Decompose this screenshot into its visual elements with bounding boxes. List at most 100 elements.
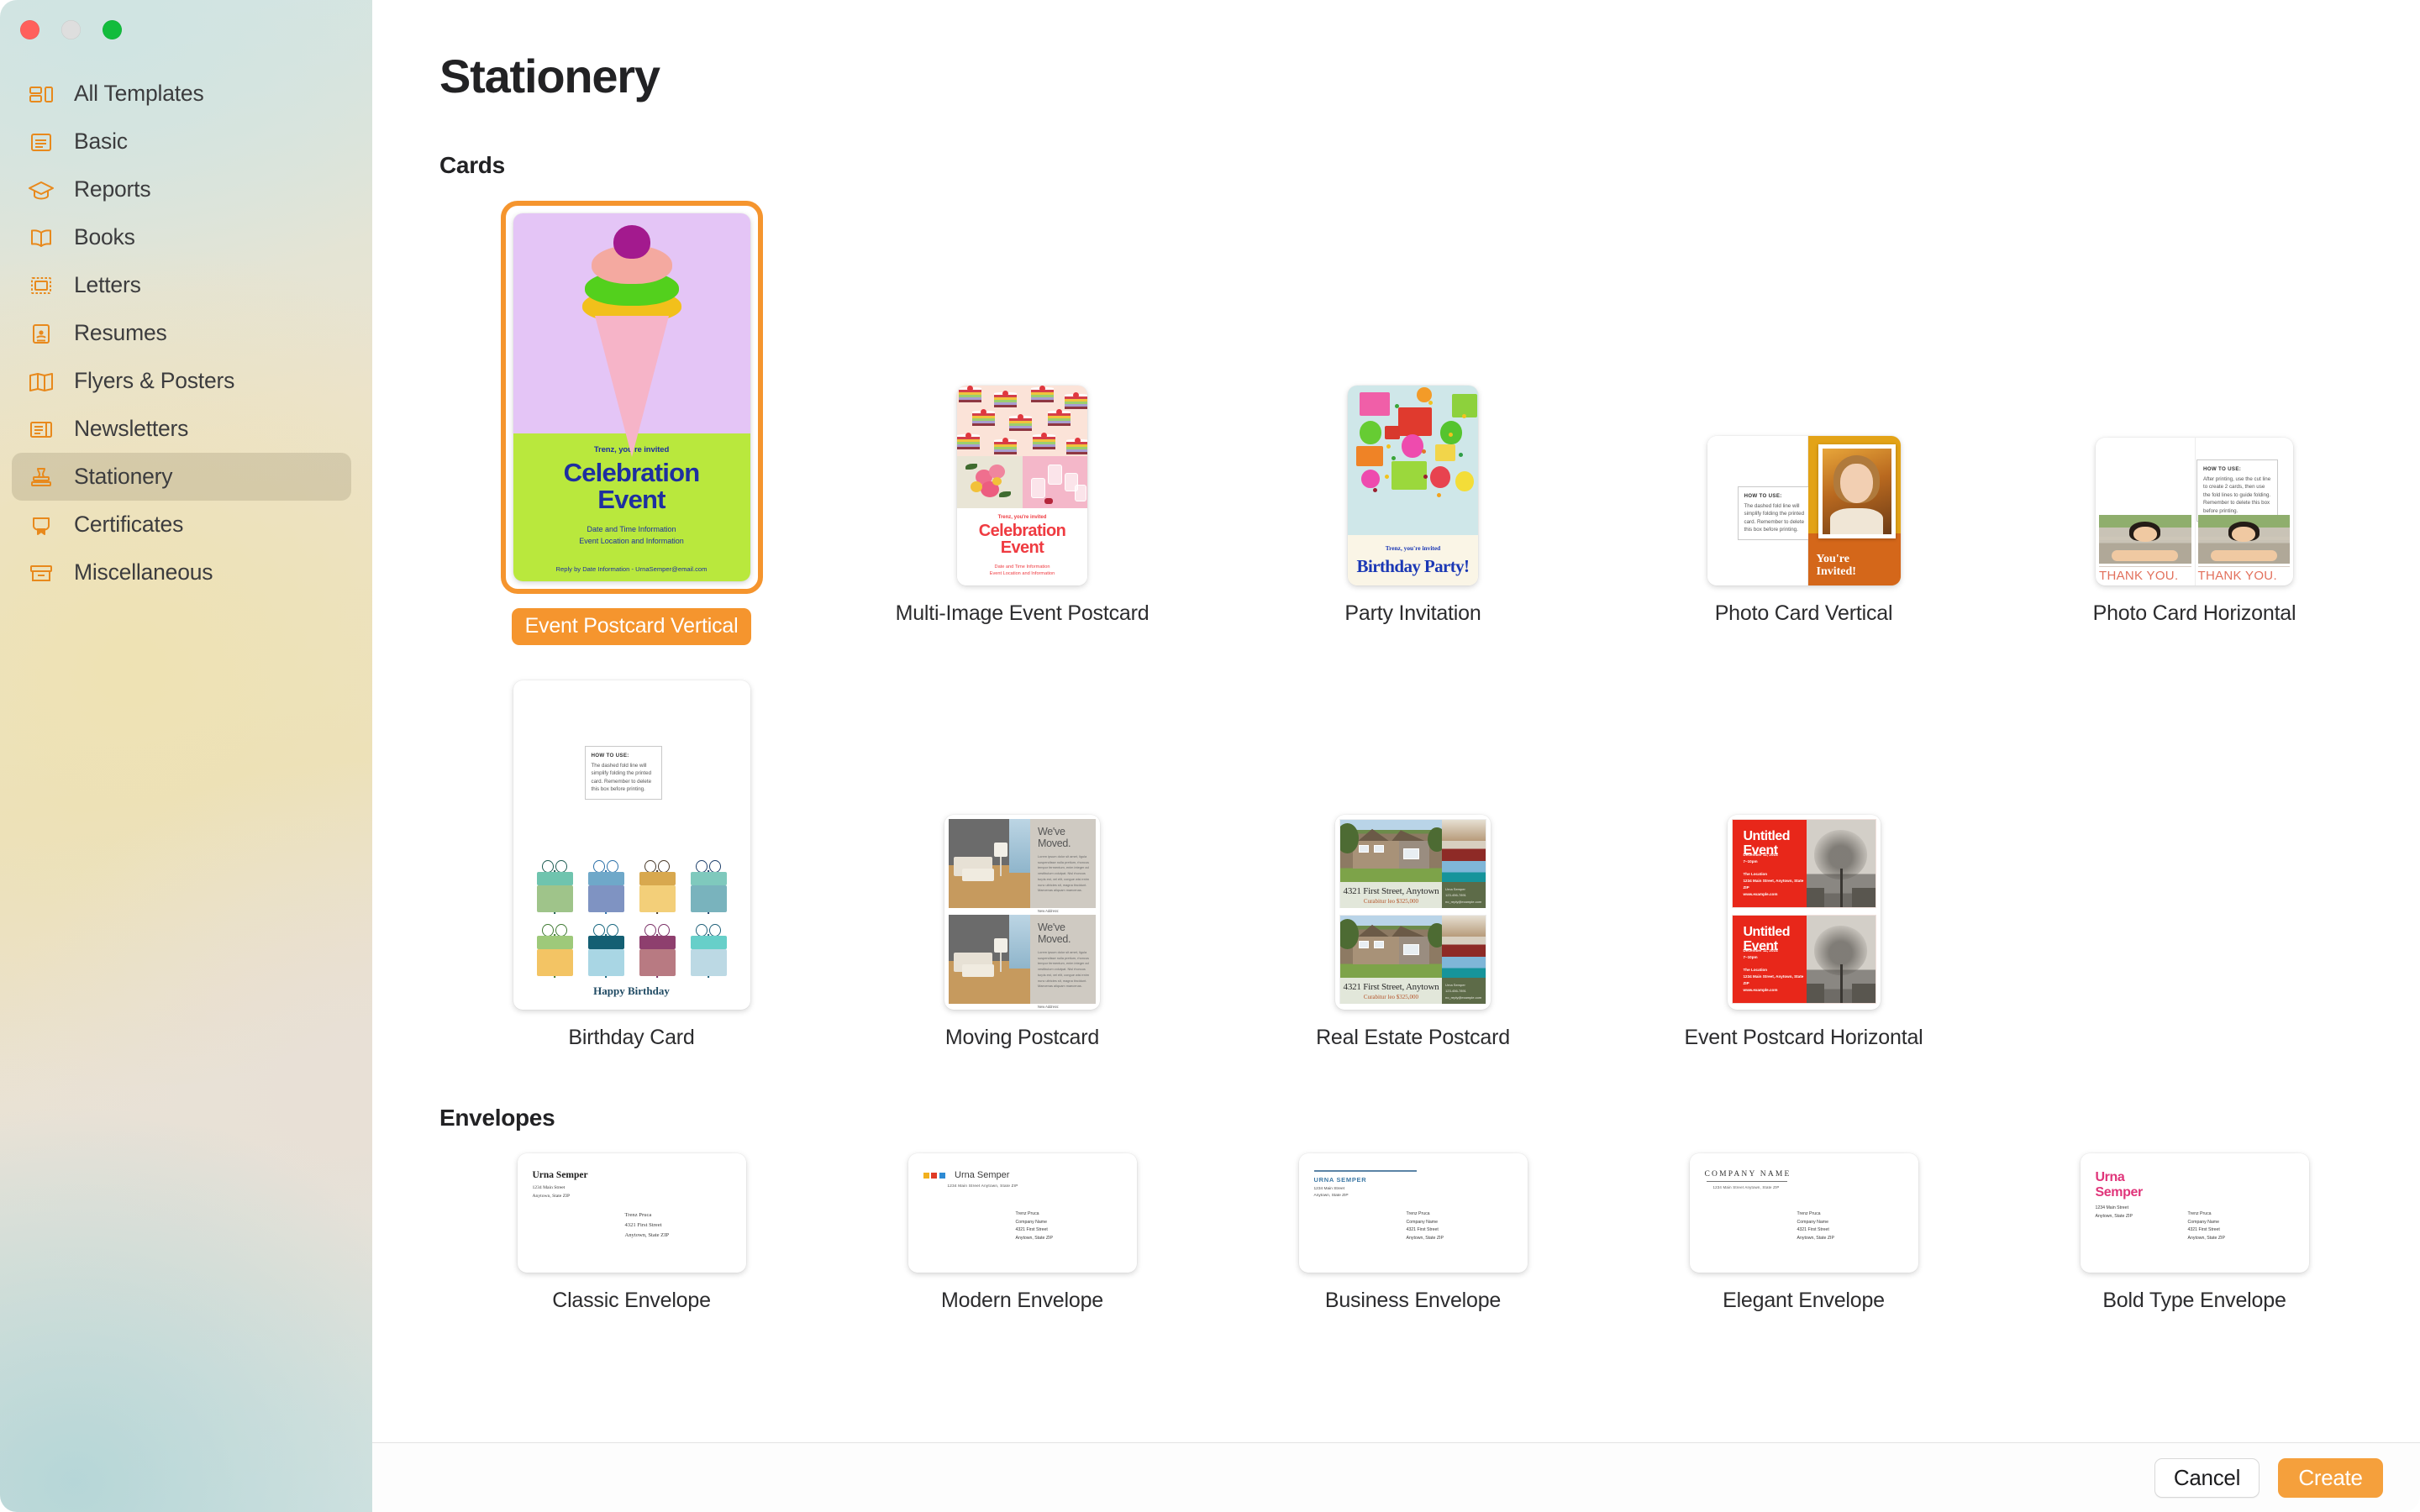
template-caption: Real Estate Postcard	[1316, 1026, 1510, 1049]
minimize-button[interactable]	[61, 20, 81, 39]
template-caption: Party Invitation	[1344, 601, 1481, 625]
template-card-bold-type-envelope[interactable]: Urna Semper 1234 Main Street Anytown, St…	[1999, 1153, 2390, 1314]
sidebar-item-letters[interactable]: Letters	[12, 261, 351, 309]
howto-note: HOW TO USE: The dashed fold line will si…	[584, 746, 662, 801]
kicker: Trenz, you're invited	[1385, 544, 1441, 552]
event-details: December 11, 2014 7–10pm The Location 12…	[1743, 852, 1804, 896]
zoom-button[interactable]	[103, 20, 122, 39]
sidebar-item-all-templates[interactable]: All Templates	[12, 70, 351, 118]
template-card-classic-envelope[interactable]: Urna Semper 1234 Main Street Anytown, St…	[436, 1153, 827, 1314]
sidebar: All Templates Basic Reports Books Letter…	[0, 0, 372, 1512]
postcard-bottom: Untitled Event December 11, 2014 7–10pm …	[1731, 915, 1876, 1004]
sidebar-item-books[interactable]: Books	[12, 213, 351, 261]
create-button[interactable]: Create	[2278, 1457, 2383, 1498]
recipient-address: Trenz Pruca Company Name 4321 First Stre…	[1406, 1211, 1444, 1241]
template-thumbnail: HOW TO USE: The dashed fold line will si…	[513, 680, 750, 1010]
template-card-photo-card-horizontal[interactable]: HOW TO USE: After printing, use the cut …	[1999, 201, 2390, 645]
postcard-bottom: We've Moved. Lorem ipsum dolor sit amet,…	[949, 915, 1096, 1009]
template-thumbnail: Trenz, you're invited Celebration Event …	[957, 386, 1087, 585]
postcard-top: We've Moved. Lorem ipsum dolor sit amet,…	[949, 819, 1096, 925]
envelopes-grid: Urna Semper 1234 Main Street Anytown, St…	[436, 1153, 2420, 1319]
cards-grid-row-2: HOW TO USE: The dashed fold line will si…	[436, 664, 2420, 1056]
template-chooser-window: All Templates Basic Reports Books Letter…	[0, 0, 2420, 1512]
template-card-multi-image-event-postcard[interactable]: Trenz, you're invited Celebration Event …	[827, 201, 1218, 645]
event-info: Date and Time Information Event Location…	[989, 564, 1055, 577]
accent-rule	[1706, 1181, 1787, 1182]
reply-line: Reply by Date Information - UrnaSemper@e…	[555, 565, 708, 574]
template-thumbnail: HOW TO USE: The dashed fold line will si…	[1707, 436, 1901, 585]
sidebar-item-label: Books	[74, 224, 135, 249]
template-thumbnail: 4321 First Street, Anytown Curabitur leo…	[1335, 815, 1491, 1010]
sidebar-item-resumes[interactable]: Resumes	[12, 309, 351, 357]
template-card-modern-envelope[interactable]: Urna Semper 1234 Main Street Anytown, St…	[827, 1153, 1218, 1314]
thumb-wrap: 4321 First Street, Anytown Curabitur leo…	[1335, 664, 1491, 1010]
sidebar-item-flyers-posters[interactable]: Flyers & Posters	[12, 357, 351, 405]
document-icon	[27, 128, 55, 156]
template-caption: Bold Type Envelope	[2102, 1289, 2286, 1312]
template-card-photo-card-vertical[interactable]: HOW TO USE: The dashed fold line will si…	[1608, 201, 1999, 645]
child-photo	[2099, 515, 2191, 564]
template-card-birthday-card[interactable]: HOW TO USE: The dashed fold line will si…	[436, 664, 827, 1051]
event-info: Date and Time Information Event Location…	[579, 525, 684, 545]
postcard-bottom: 4321 First Street, Anytown Curabitur leo…	[1339, 915, 1486, 1004]
rubber-stamp-icon	[27, 463, 55, 491]
thank-you-panel-right: THANK YOU.	[2195, 515, 2294, 585]
agent-contact: Urna Semper 123-456-7891 no_reply@exampl…	[1442, 978, 1486, 1004]
sidebar-item-stationery[interactable]: Stationery	[12, 453, 351, 501]
award-ribbon-icon	[27, 511, 55, 539]
sidebar-item-label: Newsletters	[74, 416, 189, 441]
sidebar-item-reports[interactable]: Reports	[12, 165, 351, 213]
event-details: December 11, 2014 7–10pm The Location 12…	[1743, 948, 1804, 992]
template-card-elegant-envelope[interactable]: COMPANY NAME 1234 Main Street Anytown, S…	[1608, 1153, 1999, 1314]
sidebar-item-newsletters[interactable]: Newsletters	[12, 405, 351, 453]
template-thumbnail: Urna Semper 1234 Main Street Anytown, St…	[2080, 1153, 2309, 1273]
agent-contact: Urna Semper 123-456-7891 no_reply@exampl…	[1442, 882, 1486, 908]
close-button[interactable]	[20, 20, 39, 39]
sidebar-item-certificates[interactable]: Certificates	[12, 501, 351, 549]
folded-brochure-icon	[27, 367, 55, 396]
template-scroll-area[interactable]: Stationery Cards Trenz, you're invited C…	[372, 0, 2420, 1442]
graduation-cap-icon	[27, 176, 55, 204]
thumb-wrap: Trenz, you're invited Celebration Event …	[957, 201, 1087, 585]
stamp-frame-icon	[27, 271, 55, 300]
template-thumbnail: We've Moved. Lorem ipsum dolor sit amet,…	[944, 815, 1100, 1010]
newspaper-icon	[27, 415, 55, 444]
interior-thumbnails	[1442, 916, 1486, 978]
card-text-block: Trenz, you're invited Celebration Event …	[957, 508, 1087, 585]
template-card-real-estate-postcard[interactable]: 4321 First Street, Anytown Curabitur leo…	[1218, 664, 1608, 1051]
template-caption: Business Envelope	[1324, 1289, 1502, 1312]
template-card-party-invitation[interactable]: Trenz, you're invited Birthday Party! Pa…	[1218, 201, 1608, 645]
template-card-event-postcard-vertical[interactable]: Trenz, you're invited Celebration Event …	[436, 201, 827, 645]
template-thumbnail: URNA SEMPER 1234 Main Street Anytown, St…	[1298, 1153, 1528, 1273]
return-address: COMPANY NAME 1234 Main Street Anytown, S…	[1704, 1170, 1791, 1189]
all-templates-icon	[27, 80, 55, 108]
template-thumbnail: Urna Semper 1234 Main Street Anytown, St…	[908, 1153, 1137, 1273]
thumb-wrap: HOW TO USE: After printing, use the cut …	[2096, 201, 2293, 585]
thumb-wrap: Untitled Event December 11, 2014 7–10pm …	[1727, 664, 1881, 1010]
template-caption: Modern Envelope	[941, 1289, 1103, 1312]
dialog-footer: Cancel Create	[372, 1442, 2420, 1512]
interior-photo	[949, 915, 1030, 1004]
thumb-wrap: Trenz, you're invited Birthday Party!	[1348, 201, 1478, 585]
template-card-moving-postcard[interactable]: We've Moved. Lorem ipsum dolor sit amet,…	[827, 664, 1218, 1051]
template-caption: Birthday Card	[568, 1026, 695, 1049]
open-book-icon	[27, 223, 55, 252]
cake-pattern	[957, 386, 1087, 456]
greeting: Happy Birthday	[593, 984, 670, 997]
cancel-button[interactable]: Cancel	[2154, 1457, 2260, 1498]
title-line-1: Celebration	[563, 458, 701, 487]
template-card-event-postcard-horizontal[interactable]: Untitled Event December 11, 2014 7–10pm …	[1608, 664, 1999, 1051]
sidebar-item-miscellaneous[interactable]: Miscellaneous	[12, 549, 351, 596]
section-title-cards: Cards	[439, 152, 505, 178]
sidebar-item-label: Letters	[74, 272, 141, 297]
template-caption: Elegant Envelope	[1723, 1289, 1885, 1312]
return-address: Urna Semper 1234 Main Street Anytown, St…	[532, 1170, 588, 1200]
sidebar-item-label: Resumes	[74, 320, 167, 345]
template-card-business-envelope[interactable]: URNA SEMPER 1234 Main Street Anytown, St…	[1218, 1153, 1608, 1314]
howto-note: HOW TO USE: The dashed fold line will si…	[1737, 486, 1815, 541]
thumb-wrap: HOW TO USE: The dashed fold line will si…	[1707, 201, 1901, 585]
gift-illustrations	[536, 858, 727, 978]
headline: You're Invited!	[1816, 552, 1856, 579]
sidebar-item-basic[interactable]: Basic	[12, 118, 351, 165]
grid-spacer	[1999, 664, 2390, 1051]
